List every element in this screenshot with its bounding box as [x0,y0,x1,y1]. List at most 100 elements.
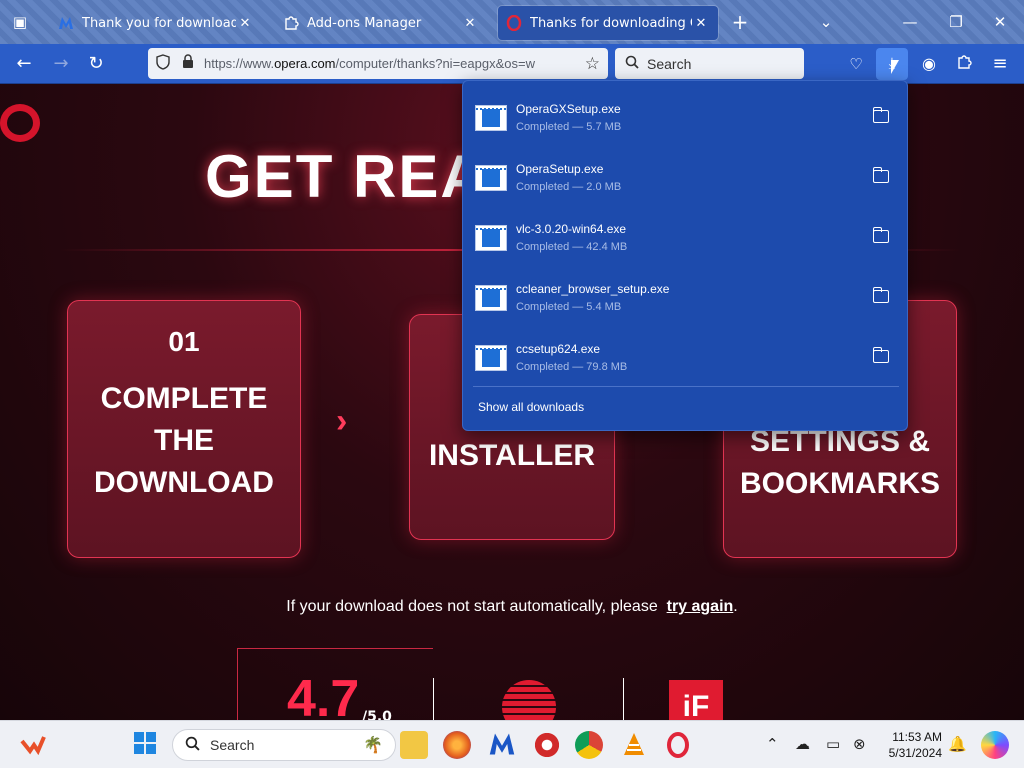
chevron-down-icon[interactable]: ⌄ [816,12,836,32]
download-status: Completed — 2.0 MB [516,181,622,193]
forward-button[interactable]: → [50,54,72,76]
star-icon[interactable]: ☆ [585,54,600,74]
download-status: Completed — 79.8 MB [516,361,628,373]
download-item[interactable]: ccleaner_browser_setup.exe Completed — 5… [463,264,909,324]
folder-icon[interactable] [873,227,889,243]
tab-title: Thank you for downloading M [82,15,236,31]
malwarebytes-icon [58,15,74,31]
reload-button[interactable]: ↻ [85,54,107,76]
search-icon [185,736,200,754]
malwarebytes-icon[interactable] [488,731,516,759]
network-icon[interactable]: ⊗ [853,735,866,753]
vlc-icon[interactable] [620,731,648,759]
exe-file-icon [475,285,507,311]
tab-title: Thanks for downloading Opera [530,15,692,31]
lock-icon[interactable] [182,54,194,73]
page-headline: GET REA [205,143,486,210]
divider [473,386,899,387]
display-icon[interactable]: ▭ [826,735,840,753]
restore-icon[interactable]: ❐ [946,12,966,32]
firefox-icon[interactable] [443,731,471,759]
onedrive-icon[interactable]: ☁ [795,735,810,753]
exe-file-icon [475,105,507,131]
new-tab-icon[interactable]: + [730,12,750,32]
taskbar-search[interactable]: Search 🌴 [172,729,396,761]
taskbar: Search 🌴 ⌃ ☁ ▭ ⊗ 11:53 AM 5/31/2024 🔔 [0,720,1024,768]
rating-value: 4.7 [287,670,360,720]
red-dot-award-logo [502,680,556,720]
close-window-icon[interactable]: ✕ [990,12,1010,32]
extensions-icon[interactable] [953,54,975,76]
system-clock[interactable]: 11:53 AM 5/31/2024 [882,729,942,761]
url-bar[interactable]: https://www.opera.com/computer/thanks?ni… [148,48,608,79]
rating-scale: /5.0 [362,709,392,720]
url-prefix: https://www. [204,56,275,71]
tab-malwarebytes[interactable]: Thank you for downloading M ✕ [50,6,262,40]
download-item[interactable]: vlc-3.0.20-win64.exe Completed — 42.4 MB [463,204,909,264]
exe-file-icon [475,345,507,371]
opera-icon[interactable] [664,731,692,759]
pocket-icon[interactable]: ♡ [845,54,867,76]
download-item[interactable]: OperaGXSetup.exe Completed — 5.7 MB [463,84,909,144]
step-line: COMPLETE [100,382,268,415]
close-icon[interactable]: ✕ [236,16,254,31]
widgets-icon[interactable] [20,733,46,756]
copilot-icon[interactable] [981,731,1009,759]
url-domain: opera.com [274,56,336,71]
step-number: 01 [168,326,200,357]
back-button[interactable]: ← [13,54,35,76]
folder-icon[interactable] [873,107,889,123]
exe-file-icon [475,225,507,251]
divider [623,678,624,720]
clock-time: 11:53 AM [892,730,942,744]
mouse-cursor-icon [891,60,899,74]
try-again-link[interactable]: try again [667,598,734,615]
download-status: Completed — 5.4 MB [516,301,622,313]
retry-text: If your download does not start automati… [286,598,658,615]
close-icon[interactable]: ✕ [692,16,710,31]
search-highlight-icon: 🌴 [363,737,383,754]
menu-icon[interactable]: ≡ [989,54,1011,76]
opera-icon [506,15,522,31]
search-icon [625,55,639,72]
folder-icon[interactable] [873,167,889,183]
step-line: DOWNLOAD [94,466,274,499]
chevron-up-icon[interactable]: ⌃ [766,735,779,753]
download-filename: vlc-3.0.20-win64.exe [516,222,627,236]
download-item[interactable]: OperaSetup.exe Completed — 2.0 MB [463,144,909,204]
windows-start-icon[interactable] [133,731,161,759]
opera-logo[interactable] [0,104,40,142]
tab-addons-manager[interactable]: Add-ons Manager ✕ [275,6,487,40]
ccleaner-icon[interactable] [533,731,561,759]
account-icon[interactable]: ◉ [918,54,940,76]
tab-bar: ▣ Thank you for downloading M ✕ Add-ons … [0,0,1024,44]
step-line: BOOKMARKS [740,467,940,500]
tab-list-icon[interactable]: ▣ [10,12,30,32]
show-all-downloads-button[interactable]: Show all downloads [478,400,584,414]
step-line: INSTALLER [428,439,596,472]
download-filename: OperaGXSetup.exe [516,102,621,116]
close-icon[interactable]: ✕ [461,16,479,31]
taskbar-search-placeholder: Search [210,737,255,753]
file-explorer-icon[interactable] [400,731,428,759]
chrome-icon[interactable] [575,731,603,759]
minimize-icon[interactable]: — [900,12,920,32]
shield-icon[interactable] [156,53,170,74]
tab-opera-thanks[interactable]: Thanks for downloading Opera ✕ [498,6,718,40]
download-status: Completed — 42.4 MB [516,241,628,253]
notifications-bell-icon[interactable]: 🔔 [948,735,967,753]
folder-icon[interactable] [873,347,889,363]
step-text: SETTINGS & BOOKMARKS [724,421,956,505]
tab-title: Add-ons Manager [307,15,422,31]
clock-date: 5/31/2024 [888,746,942,760]
step-text: COMPLETE THE DOWNLOAD [68,378,300,504]
chevron-right-icon: › [336,402,348,440]
step-card-1: 01 COMPLETE THE DOWNLOAD [67,300,301,558]
folder-icon[interactable] [873,287,889,303]
puzzle-icon [283,15,299,31]
url-path: /computer/thanks?ni=eapgx&os=w [335,56,535,71]
download-filename: OperaSetup.exe [516,162,604,176]
download-item[interactable]: ccsetup624.exe Completed — 79.8 MB [463,324,909,384]
search-input[interactable]: Search [615,48,804,79]
if-award-logo: iF [669,680,723,720]
